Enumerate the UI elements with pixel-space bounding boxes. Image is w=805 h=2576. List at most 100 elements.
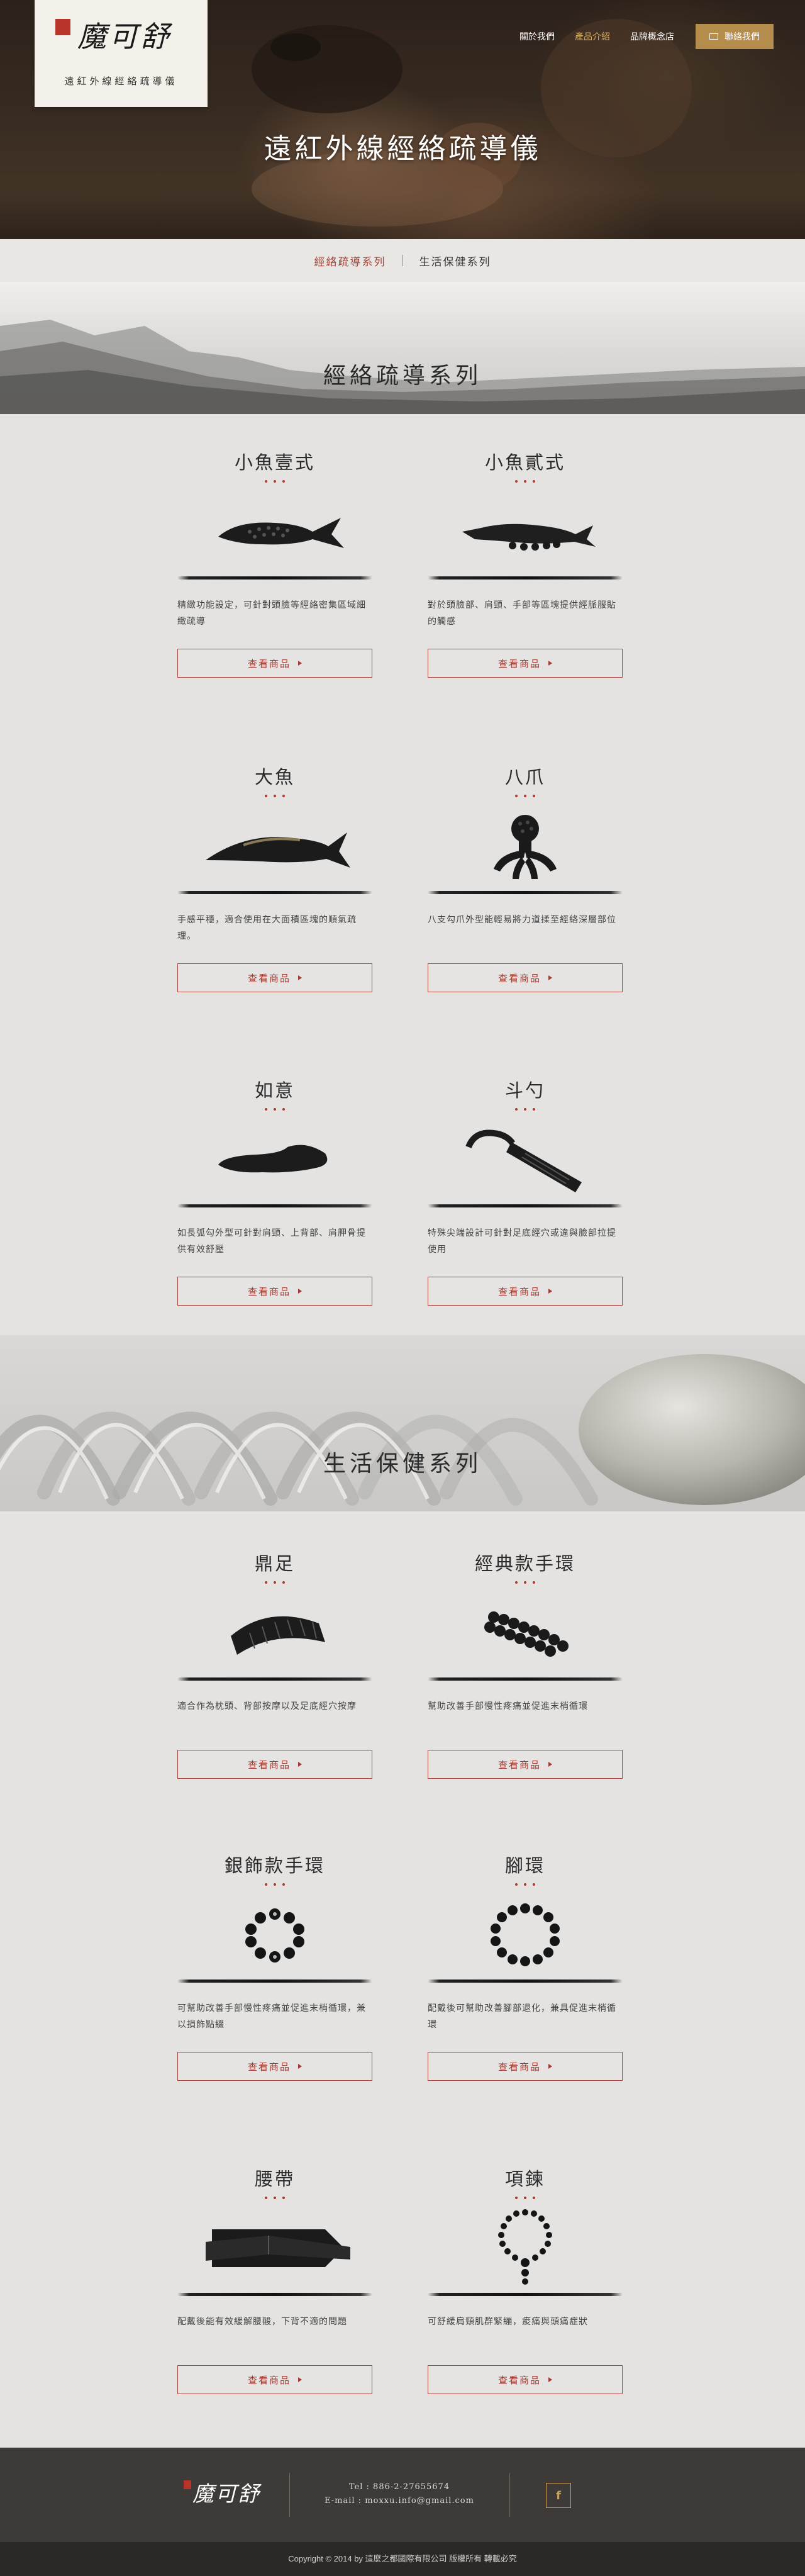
view-product-button[interactable]: 查看商品 — [428, 1750, 623, 1779]
mail-icon — [709, 33, 718, 40]
arrow-right-icon — [548, 1762, 552, 1767]
waist-belt-icon[interactable] — [177, 2207, 372, 2289]
product-card: 如意 如長弧勾外型可針對肩頸、上背部、肩胛骨提供有效舒壓 查看商品 — [177, 1076, 372, 1306]
view-product-button[interactable]: 查看商品 — [177, 2052, 372, 2081]
logo-text: 魔可舒 — [77, 20, 172, 53]
hero-banner: 魔可舒 遠紅外線經絡疏導儀 關於我們 產品介紹 品牌概念店 聯絡我們 遠紅外線經… — [0, 0, 805, 239]
category-tabs: 經絡疏導系列 生活保健系列 — [0, 239, 805, 283]
nav-item-stores[interactable]: 品牌概念店 — [630, 30, 674, 43]
necklace-icon[interactable] — [428, 2207, 623, 2289]
view-product-button[interactable]: 查看商品 — [428, 963, 623, 992]
product-title: 腳環 — [504, 1855, 545, 1876]
product-card: 腳環 配戴後可幫助改善腳部退化，兼具促進末梢循環 查看商品 — [428, 1851, 623, 2081]
tab-health-series[interactable]: 生活保健系列 — [403, 253, 508, 269]
product-title: 鼎足 — [254, 1553, 295, 1574]
view-product-button[interactable]: 查看商品 — [177, 1277, 372, 1306]
button-label: 查看商品 — [247, 1285, 291, 1297]
product-description: 特殊尖端設計可針對足底經穴或違與臉部拉提使用 — [428, 1228, 616, 1255]
classic-bracelet-icon[interactable] — [428, 1592, 623, 1674]
view-product-button[interactable]: 查看商品 — [428, 2365, 623, 2394]
button-label: 查看商品 — [247, 2374, 291, 2386]
product-description: 手感平穩，適合使用在大面積區塊的順氣疏理。 — [177, 915, 357, 941]
view-product-button[interactable]: 查看商品 — [177, 1750, 372, 1779]
product-card: 銀飾款手環 可幫助改善手部慢性疼痛並促進末梢循環，兼以損飾點綴 查看商品 — [177, 1851, 372, 2081]
ink-divider — [177, 2293, 372, 2296]
anklet-icon[interactable] — [428, 1894, 623, 1976]
ink-divider — [177, 891, 372, 894]
product-card: 小魚貳式 對於頭臉部、肩頸、手部等區塊提供經脈服貼的觸感 查看商品 — [428, 448, 623, 678]
ink-divider — [177, 1204, 372, 1207]
product-card: 腰帶 配戴後能有效緩解腰酸，下背不適的問題 查看商品 — [177, 2164, 372, 2394]
button-label: 查看商品 — [247, 1759, 291, 1771]
section-title-health: 生活保健系列 — [323, 1451, 482, 1477]
footer-divider — [509, 2473, 510, 2517]
ink-divider — [428, 576, 623, 580]
copyright: Copyright © 2014 by 這麼之都國際有限公司 版權所有 轉載必究 — [0, 2542, 805, 2576]
product-description: 八支勾爪外型能輕易將力道揉至經絡深層部位 — [428, 915, 616, 925]
product-title: 八爪 — [504, 766, 545, 788]
arrow-right-icon — [298, 1762, 302, 1767]
ink-divider — [428, 2293, 623, 2296]
title-dots — [177, 1878, 372, 1886]
nav-item-products[interactable]: 產品介紹 — [575, 30, 610, 43]
facebook-icon[interactable]: f — [546, 2483, 571, 2508]
logo[interactable]: 魔可舒 遠紅外線經絡疏導儀 — [35, 0, 208, 107]
title-dots — [177, 2191, 372, 2200]
button-label: 查看商品 — [497, 2061, 541, 2073]
section-banner-meridian: 經絡疏導系列 — [0, 282, 805, 414]
footer-logo[interactable]: 魔可舒 — [184, 2475, 265, 2513]
product-title: 斗勺 — [504, 1080, 545, 1101]
arrow-right-icon — [298, 2377, 302, 2382]
section-title-meridian: 經絡疏導系列 — [323, 363, 482, 389]
title-dots — [428, 1102, 623, 1111]
main-nav: 關於我們 產品介紹 品牌概念店 聯絡我們 — [499, 24, 774, 49]
mountain-mist-image — [0, 320, 805, 414]
title-dots — [177, 1576, 372, 1584]
arrow-right-icon — [548, 2064, 552, 2069]
product-card: 小魚壹式 精緻功能設定，可針對頭臉等經絡密集區域細緻疏導 查看商品 — [177, 448, 372, 678]
zen-sand-stone-image — [0, 1354, 805, 1506]
contact-button[interactable]: 聯絡我們 — [696, 24, 774, 49]
small-fish-two-icon[interactable] — [428, 491, 623, 573]
footer-divider — [289, 2473, 290, 2517]
arrow-right-icon — [298, 975, 302, 980]
footer-tel: Tel : 886-2-27655674 — [348, 2482, 450, 2492]
product-description: 適合作為枕頭、背部按摩以及足底經穴按摩 — [177, 1701, 357, 1711]
product-description: 可舒緩肩頸肌群緊繃，痠痛與頭痛症狀 — [428, 2317, 588, 2327]
footer-logo-text: 魔可舒 — [192, 2482, 260, 2507]
ink-divider — [428, 1980, 623, 1983]
arrow-right-icon — [548, 975, 552, 980]
product-title: 如意 — [254, 1080, 295, 1101]
ladle-icon[interactable] — [428, 1119, 623, 1201]
ink-divider — [177, 576, 372, 580]
ink-divider — [428, 891, 623, 894]
view-product-button[interactable]: 查看商品 — [428, 1277, 623, 1306]
button-label: 查看商品 — [497, 1285, 541, 1297]
big-fish-icon[interactable] — [177, 805, 372, 887]
product-description: 幫助改善手部慢性疼痛並促進末梢循環 — [428, 1701, 588, 1711]
tab-meridian-series[interactable]: 經絡疏導系列 — [298, 253, 402, 269]
title-dots — [428, 474, 623, 483]
title-dots — [177, 789, 372, 798]
small-fish-one-icon[interactable] — [177, 491, 372, 573]
silver-bracelet-icon[interactable] — [177, 1894, 372, 1976]
button-label: 查看商品 — [497, 1759, 541, 1771]
product-card: 八爪 八支勾爪外型能輕易將力道揉至經絡深層部位 查看商品 — [428, 763, 623, 992]
octopus-icon[interactable] — [428, 805, 623, 887]
product-card: 項鍊 可舒緩肩頸肌群緊繃，痠痛與頭痛症狀 查看商品 — [428, 2164, 623, 2394]
product-description: 配戴後能有效緩解腰酸，下背不適的問題 — [177, 2317, 347, 2327]
title-dots — [428, 1878, 623, 1886]
nav-item-about[interactable]: 關於我們 — [519, 30, 555, 43]
view-product-button[interactable]: 查看商品 — [177, 2365, 372, 2394]
footer-email[interactable]: E-mail : moxxu.info@gmail.com — [302, 2494, 497, 2508]
foot-board-icon[interactable] — [177, 1592, 372, 1674]
product-title: 小魚壹式 — [234, 452, 315, 473]
ruyi-icon[interactable] — [177, 1119, 372, 1201]
view-product-button[interactable]: 查看商品 — [177, 963, 372, 992]
product-card: 經典款手環 幫助改善手部慢性疼痛並促進末梢循環 查看商品 — [428, 1549, 623, 1779]
product-card: 斗勺 特殊尖端設計可針對足底經穴或違與臉部拉提使用 查看商品 — [428, 1076, 623, 1306]
product-title: 經典款手環 — [474, 1553, 575, 1574]
view-product-button[interactable]: 查看商品 — [177, 649, 372, 678]
view-product-button[interactable]: 查看商品 — [428, 2052, 623, 2081]
view-product-button[interactable]: 查看商品 — [428, 649, 623, 678]
